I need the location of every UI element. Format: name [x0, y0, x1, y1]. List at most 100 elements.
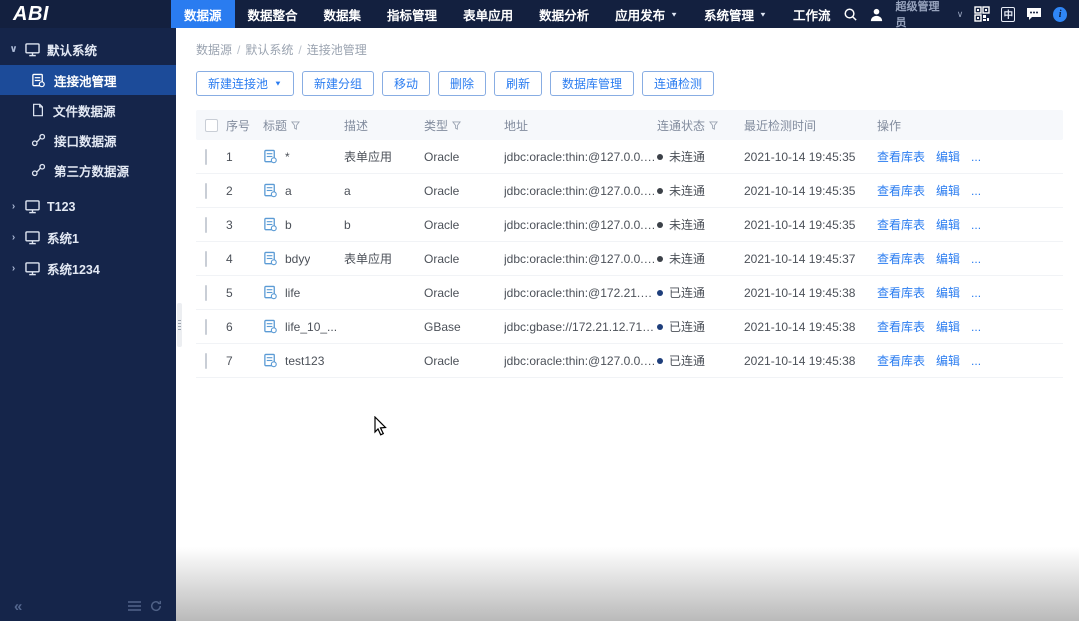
qr-code-icon[interactable] — [974, 6, 991, 22]
user-icon[interactable] — [869, 7, 884, 22]
view-tables-link[interactable]: 查看库表 — [877, 352, 925, 369]
row-title[interactable]: bdyy — [285, 252, 310, 266]
chevron-down-icon: ▼ — [670, 10, 679, 18]
row-title[interactable]: a — [285, 184, 292, 198]
row-time: 2021-10-14 19:45:37 — [744, 251, 856, 266]
nav-tab-data-analysis[interactable]: 数据分析 — [526, 0, 602, 28]
toolbar-button[interactable]: 连通检测 — [642, 71, 715, 96]
more-actions-link[interactable]: ... — [971, 218, 981, 232]
nav-tab-metrics[interactable]: 指标管理 — [374, 0, 450, 28]
breadcrumb-item[interactable]: 默认系统 — [245, 43, 293, 57]
row-type: Oracle — [424, 285, 460, 300]
row-time: 2021-10-14 19:45:38 — [744, 285, 856, 300]
nav-tab-datasource[interactable]: 数据源 — [171, 0, 235, 28]
chevron-expanded-icon[interactable]: ∨ — [9, 44, 18, 55]
more-actions-link[interactable]: ... — [971, 150, 981, 164]
datasource-icon — [263, 353, 278, 368]
row-checkbox[interactable] — [205, 352, 207, 369]
row-checkbox[interactable] — [205, 148, 207, 165]
edit-link[interactable]: 编辑 — [936, 148, 960, 165]
status-dot — [657, 289, 663, 296]
row-checkbox[interactable] — [205, 318, 207, 335]
edit-link[interactable]: 编辑 — [936, 250, 960, 267]
message-icon[interactable] — [1026, 7, 1042, 22]
more-actions-link[interactable]: ... — [971, 184, 981, 198]
view-tables-link[interactable]: 查看库表 — [877, 216, 925, 233]
edit-link[interactable]: 编辑 — [936, 318, 960, 335]
view-tables-link[interactable]: 查看库表 — [877, 318, 925, 335]
sidebar-item-default-system[interactable]: ∨ 默认系统 — [0, 34, 176, 65]
header-time: 最近检测时间 — [744, 118, 817, 133]
breadcrumb-item[interactable]: 数据源 — [196, 43, 232, 57]
nav-tab-forms[interactable]: 表单应用 — [450, 0, 526, 28]
more-actions-link[interactable]: ... — [971, 354, 981, 368]
search-icon[interactable] — [843, 7, 858, 22]
row-title[interactable]: b — [285, 218, 292, 232]
sidebar-item-system1234[interactable]: › 系统1234 — [0, 253, 176, 284]
view-tables-link[interactable]: 查看库表 — [877, 182, 925, 199]
status-label: 已连通 — [669, 320, 706, 334]
toolbar-button[interactable]: 数据库管理 — [550, 71, 635, 96]
row-checkbox[interactable] — [205, 182, 207, 199]
table-row: 1 * 表单应用 Oracle jdbc:oracle:thin:@127.0.… — [196, 140, 1063, 174]
more-actions-link[interactable]: ... — [971, 252, 981, 266]
collapse-sidebar-icon[interactable]: « — [14, 598, 22, 615]
row-checkbox[interactable] — [205, 216, 207, 233]
sidebar-item-connection-pool[interactable]: 连接池管理 — [0, 65, 176, 95]
edit-link[interactable]: 编辑 — [936, 352, 960, 369]
toolbar-button[interactable]: 删除 — [437, 71, 486, 96]
nav-tab-system-mgmt[interactable]: 系统管理 ▼ — [691, 0, 780, 28]
edit-link[interactable]: 编辑 — [936, 284, 960, 301]
row-title[interactable]: life_10_... — [285, 320, 337, 334]
sidebar-item-system1[interactable]: › 系统1 — [0, 222, 176, 253]
nav-tab-app-publish[interactable]: 应用发布 ▼ — [602, 0, 691, 28]
sidebar-item-thirdparty-datasource[interactable]: 第三方数据源 — [0, 155, 176, 185]
toolbar-button[interactable]: 移动 — [381, 71, 430, 96]
sidebar-item-api-datasource[interactable]: 接口数据源 — [0, 125, 176, 155]
edit-link[interactable]: 编辑 — [936, 216, 960, 233]
status-label: 已连通 — [669, 286, 706, 300]
menu-icon[interactable] — [128, 601, 141, 611]
toolbar-button[interactable]: 刷新 — [493, 71, 542, 96]
view-tables-link[interactable]: 查看库表 — [877, 250, 925, 267]
chevron-collapsed-icon[interactable]: › — [9, 263, 18, 274]
sidebar-item-t123[interactable]: › T123 — [0, 191, 176, 222]
view-tables-link[interactable]: 查看库表 — [877, 148, 925, 165]
button-label: 数据库管理 — [562, 77, 623, 91]
row-no: 1 — [226, 149, 233, 164]
nav-tab-dataset[interactable]: 数据集 — [311, 0, 375, 28]
header-title: 标题 — [263, 118, 288, 133]
row-title[interactable]: life — [285, 286, 300, 300]
sidebar-item-file-datasource[interactable]: 文件数据源 — [0, 95, 176, 125]
new-connection-pool-button[interactable]: 新建连接池 ▼ — [196, 71, 294, 96]
language-icon[interactable]: 中 — [1001, 6, 1016, 22]
filter-icon[interactable] — [291, 120, 301, 130]
info-icon[interactable]: i — [1053, 6, 1067, 22]
edit-link[interactable]: 编辑 — [936, 182, 960, 199]
filter-icon[interactable] — [452, 120, 462, 130]
row-title[interactable]: * — [285, 150, 290, 164]
toolbar-button[interactable]: 新建分组 — [301, 71, 374, 96]
nav-tab-workflow[interactable]: 工作流 — [780, 0, 844, 28]
row-type: GBase — [424, 319, 461, 334]
chevron-collapsed-icon[interactable]: › — [9, 232, 18, 243]
row-checkbox[interactable] — [205, 250, 207, 267]
more-actions-link[interactable]: ... — [971, 320, 981, 334]
select-all-checkbox[interactable] — [205, 118, 218, 132]
filter-icon[interactable] — [709, 120, 719, 130]
row-title[interactable]: test123 — [285, 354, 324, 368]
nav-tab-data-integration[interactable]: 数据整合 — [235, 0, 311, 28]
nav-tab-label: 表单应用 — [463, 8, 514, 23]
row-checkbox[interactable] — [205, 284, 207, 301]
username-label[interactable]: 超级管理员 — [895, 0, 945, 30]
chevron-down-icon[interactable]: ∨ — [957, 9, 964, 20]
row-desc: b — [344, 217, 351, 232]
refresh-icon[interactable] — [150, 600, 162, 612]
panel-resize-handle[interactable] — [177, 303, 182, 347]
breadcrumb-separator: / — [298, 43, 302, 57]
chevron-collapsed-icon[interactable]: › — [9, 201, 18, 212]
toolbar: 新建连接池 ▼ 新建分组 移动 删除 刷新 数据库管理 连通检测 — [176, 58, 1079, 107]
more-actions-link[interactable]: ... — [971, 286, 981, 300]
header-type: 类型 — [424, 118, 449, 133]
view-tables-link[interactable]: 查看库表 — [877, 284, 925, 301]
